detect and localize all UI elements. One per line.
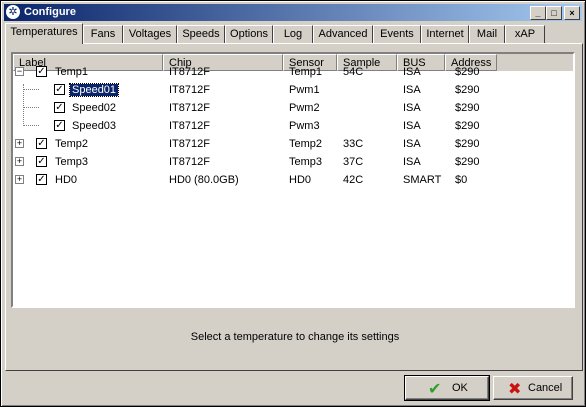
row-sensor: Pwm2	[289, 102, 320, 114]
row-bus: ISA	[403, 102, 421, 114]
checkbox[interactable]: ✓	[36, 138, 47, 149]
row-label: Temp1	[55, 66, 89, 78]
row-bus: ISA	[403, 84, 421, 96]
expand-icon[interactable]: +	[15, 175, 24, 184]
tab-log[interactable]: Log	[273, 25, 313, 43]
maximize-button[interactable]: □	[546, 6, 562, 20]
tab-advanced[interactable]: Advanced	[313, 25, 373, 43]
row-sample: 54C	[343, 66, 364, 78]
checkbox[interactable]: ✓	[54, 84, 65, 95]
collapse-icon[interactable]: −	[15, 67, 24, 76]
row-bus: SMART	[403, 174, 442, 186]
configure-window: ✲ Configure _ □ × Temperatures Fans Volt…	[0, 0, 586, 407]
row-label: Speed03	[72, 120, 117, 132]
row-label: Speed01	[68, 83, 120, 97]
table-row[interactable]: + ✓ Temp3 IT8712F Temp3 37C ISA $290	[13, 153, 573, 171]
status-message: Select a temperature to change its setti…	[190, 331, 400, 343]
row-address: $290	[455, 84, 480, 96]
tab-speeds[interactable]: Speeds	[177, 25, 225, 43]
tab-xap[interactable]: xAP	[505, 25, 545, 43]
table-row[interactable]: ✓ Speed01 IT8712F Pwm1 ISA $290	[13, 81, 573, 99]
row-chip: IT8712F	[169, 84, 210, 96]
row-sensor: Pwm1	[289, 84, 320, 96]
close-button[interactable]: ×	[564, 6, 580, 20]
row-chip: IT8712F	[169, 156, 210, 168]
ok-button[interactable]: ✔ OK	[404, 375, 490, 401]
tab-internet[interactable]: Internet	[421, 25, 469, 43]
row-sensor: Temp3	[289, 156, 323, 168]
row-sensor: Pwm3	[289, 120, 320, 132]
row-bus: ISA	[403, 138, 421, 150]
row-bus: ISA	[403, 120, 421, 132]
checkbox[interactable]: ✓	[36, 174, 47, 185]
checkbox[interactable]: ✓	[36, 156, 47, 167]
checkmark-icon: ✔	[428, 381, 442, 398]
temperatures-panel: Label Chip Sensor Sample BUS Address − ✓…	[5, 43, 583, 371]
row-label: HD0	[55, 174, 78, 186]
row-sensor: HD0	[289, 174, 312, 186]
table-row[interactable]: ✓ Speed02 IT8712F Pwm2 ISA $290	[13, 99, 573, 117]
table-row[interactable]: − ✓ Temp1 IT8712F Temp1 54C ISA $290	[13, 63, 573, 81]
app-icon: ✲	[6, 5, 20, 19]
tab-events[interactable]: Events	[373, 25, 421, 43]
tab-fans[interactable]: Fans	[83, 25, 123, 43]
row-label: Speed02	[72, 102, 117, 114]
tab-voltages[interactable]: Voltages	[123, 25, 177, 43]
table-row[interactable]: ✓ Speed03 IT8712F Pwm3 ISA $290	[13, 117, 573, 135]
tab-options[interactable]: Options	[225, 25, 273, 43]
row-chip: IT8712F	[169, 120, 210, 132]
checkbox[interactable]: ✓	[54, 120, 65, 131]
row-sample: 33C	[343, 138, 364, 150]
window-title: Configure	[24, 6, 76, 18]
row-chip: IT8712F	[169, 138, 210, 150]
checkbox[interactable]: ✓	[36, 66, 47, 77]
expand-icon[interactable]: +	[15, 139, 24, 148]
tab-mail[interactable]: Mail	[469, 25, 505, 43]
row-address: $290	[455, 102, 480, 114]
ok-button-label: OK	[452, 382, 468, 394]
title-bar[interactable]: ✲ Configure _ □ ×	[4, 4, 582, 21]
sensor-tree-list[interactable]: Label Chip Sensor Sample BUS Address − ✓…	[11, 52, 575, 308]
cross-icon: ✖	[508, 381, 522, 398]
row-chip: HD0 (80.0GB)	[169, 174, 239, 186]
row-sample: 42C	[343, 174, 364, 186]
checkbox[interactable]: ✓	[54, 102, 65, 113]
table-row[interactable]: + ✓ Temp2 IT8712F Temp2 33C ISA $290	[13, 135, 573, 153]
row-chip: IT8712F	[169, 66, 210, 78]
row-label: Temp3	[55, 156, 89, 168]
cancel-button[interactable]: ✖ Cancel	[493, 376, 573, 400]
table-row[interactable]: + ✓ HD0 HD0 (80.0GB) HD0 42C SMART $0	[13, 171, 573, 189]
row-sensor: Temp2	[289, 138, 323, 150]
tab-strip: Temperatures Fans Voltages Speeds Option…	[5, 23, 583, 44]
row-sensor: Temp1	[289, 66, 323, 78]
tab-temperatures[interactable]: Temperatures	[5, 23, 83, 44]
row-address: $290	[455, 156, 480, 168]
row-chip: IT8712F	[169, 102, 210, 114]
row-address: $290	[455, 66, 480, 78]
row-label: Temp2	[55, 138, 89, 150]
row-address: $0	[455, 174, 468, 186]
minimize-button[interactable]: _	[530, 6, 546, 20]
row-address: $290	[455, 138, 480, 150]
row-bus: ISA	[403, 156, 421, 168]
row-bus: ISA	[403, 66, 421, 78]
row-address: $290	[455, 120, 480, 132]
cancel-button-label: Cancel	[528, 382, 563, 394]
row-sample: 37C	[343, 156, 364, 168]
expand-icon[interactable]: +	[15, 157, 24, 166]
